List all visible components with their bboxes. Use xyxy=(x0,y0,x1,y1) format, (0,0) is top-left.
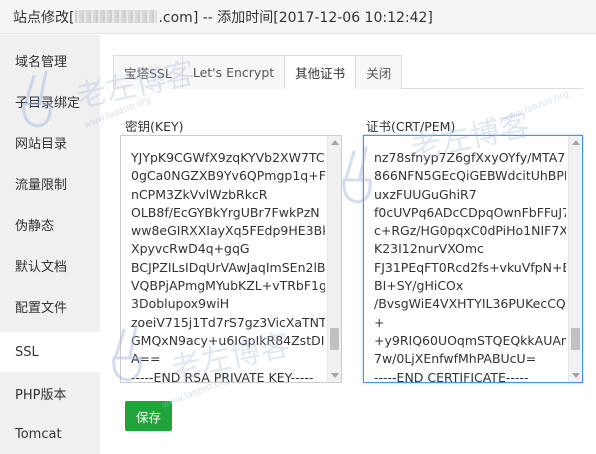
cert-label: 证书(CRT/PEM) xyxy=(366,119,456,134)
sidebar-item-label: 默认文档 xyxy=(15,259,68,275)
scroll-up-icon[interactable] xyxy=(331,140,339,145)
tab-label: 关闭 xyxy=(366,66,392,81)
title-suffix: .com] -- 添加时间[2017-12-06 10:12:42] xyxy=(158,9,433,26)
sidebar-item-php-version[interactable]: PHP版本 xyxy=(0,373,100,413)
cert-line: K23I12nurVXOmc xyxy=(374,241,484,257)
cert-line: +y9RIQ60UOqmSTQEQkkAUAn xyxy=(374,332,566,348)
tab-label: 其他证书 xyxy=(295,66,346,81)
key-line: XpyvcRwD4q+gqG xyxy=(131,241,250,257)
dialog-title: 站点修改[ .com] -- 添加时间[2017-12-06 10:12:42] xyxy=(0,0,596,34)
save-button[interactable]: 保存 xyxy=(125,401,172,431)
scroll-thumb[interactable] xyxy=(330,328,339,350)
tab-lets-encrypt[interactable]: Let's Encrypt xyxy=(181,55,286,89)
cert-line: -----END CERTIFICATE----- xyxy=(374,369,529,383)
sidebar-item-default-document[interactable]: 默认文档 xyxy=(0,245,100,285)
key-line: VQBPjAPmgMYubKZL+vTRbF1g xyxy=(131,278,325,294)
sidebar-item-label: 配置文件 xyxy=(15,300,68,316)
tab-label: Let's Encrypt xyxy=(192,65,275,80)
key-line: 0gCa0NGZXB9Yv6QPmgp1q+F xyxy=(131,168,325,184)
cert-line: f0cUVPq6ADcCDpqOwnFbFFuJ7 xyxy=(374,204,566,220)
tab-bt-ssl[interactable]: 宝塔SSL xyxy=(113,55,183,89)
cert-line: 7w/0LjXEnfwfMhPABUcU= xyxy=(374,351,537,367)
sidebar-item-label: 域名管理 xyxy=(15,54,68,70)
key-line: BCJPZILsIDqUrVAwJaqImSEn2lB xyxy=(131,259,325,275)
key-line: -----END RSA PRIVATE KEY----- xyxy=(131,369,314,383)
sidebar-item-subdirectory-binding[interactable]: 子目录绑定 xyxy=(0,81,100,121)
scroll-down-icon[interactable] xyxy=(572,373,580,378)
sidebar-item-ssl[interactable]: SSL xyxy=(0,332,100,372)
key-textarea[interactable]: YJYpK9CGWfX9zqKYVb2XW7TC 0gCa0NGZXB9Yv6Q… xyxy=(120,135,342,383)
sidebar-item-site-directory[interactable]: 网站目录 xyxy=(0,122,100,162)
sidebar-item-label: 伪静态 xyxy=(15,218,55,234)
sidebar-item-config-file[interactable]: 配置文件 xyxy=(0,286,100,326)
scroll-thumb[interactable] xyxy=(571,328,580,350)
sidebar-item-label: SSL xyxy=(15,344,39,360)
cert-line: FJ31PEqFT0Rcd2fs+vkuVfpN+E xyxy=(374,259,566,275)
key-line: GMQxN9acy+u6IGpIkR84ZstDIr xyxy=(131,332,325,348)
title-prefix: 站点修改[ xyxy=(13,9,75,26)
cert-scrollbar[interactable] xyxy=(568,136,582,382)
sidebar-item-domain-management[interactable]: 域名管理 xyxy=(0,40,100,80)
key-label: 密钥(KEY) xyxy=(125,119,184,134)
sidebar: 域名管理 子目录绑定 网站目录 流量限制 伪静态 默认文档 配置文件 SSL P… xyxy=(0,35,100,454)
cert-line: c+RGz/HG0pqxC0dPiHo1NIF7X xyxy=(374,223,566,239)
sidebar-item-label: Tomcat xyxy=(15,426,62,442)
key-line: nCPM3ZkVvlWzbRkcR xyxy=(131,186,268,202)
sidebar-item-label: 子目录绑定 xyxy=(15,95,81,111)
cert-line: uxzFUUGuGhiR7 xyxy=(374,186,477,202)
sidebar-item-label: PHP版本 xyxy=(15,387,67,403)
sidebar-item-tomcat[interactable]: Tomcat xyxy=(0,414,100,454)
key-line: ww8eGIRXXIayXq5FEdp9HE3Bk xyxy=(131,223,325,239)
key-line: A== xyxy=(131,351,161,367)
scroll-up-icon[interactable] xyxy=(572,140,580,145)
key-scrollbar[interactable] xyxy=(327,136,341,382)
key-line: zoeiV715j1Td7rS7gz3VicXaTNT xyxy=(131,314,325,330)
scroll-down-icon[interactable] xyxy=(331,373,339,378)
tab-other-certificate[interactable]: 其他证书 xyxy=(284,55,357,90)
cert-line: 866NFN5GEcQiGEBWdcitUhBPL xyxy=(374,168,566,184)
key-line: 3Doblupox9wiH xyxy=(131,296,230,312)
cert-line: nz78sfnyp7Z6gfXxyOYfy/MTA7 xyxy=(374,150,566,165)
watermark-url: www.laozuo.org xyxy=(500,89,571,125)
redacted-domain xyxy=(75,10,158,23)
sidebar-item-label: 网站目录 xyxy=(15,136,68,152)
text-line-cut xyxy=(374,140,566,149)
key-line: YJYpK9CGWfX9zqKYVb2XW7TC xyxy=(131,150,325,165)
sidebar-item-traffic-limit[interactable]: 流量限制 xyxy=(0,163,100,203)
cert-line: + xyxy=(374,314,385,330)
tab-label: 宝塔SSL xyxy=(124,66,172,81)
sidebar-item-rewrite[interactable]: 伪静态 xyxy=(0,204,100,244)
cert-line: BI+SY/gHiCOx xyxy=(374,278,464,294)
cert-line: /BvsgWiE4VXHTYIL36PUKecCQ xyxy=(374,296,566,312)
sidebar-item-label: 流量限制 xyxy=(15,177,68,193)
cert-textarea[interactable]: nz78sfnyp7Z6gfXxyOYfy/MTA7 866NFN5GEcQiG… xyxy=(363,135,583,383)
ssl-tabs: 宝塔SSL Let's Encrypt 其他证书 关闭 xyxy=(113,55,583,90)
text-line-cut xyxy=(131,140,325,149)
key-line: OLB8f/EcGYBkYrgUBr7FwkPzN xyxy=(131,204,320,220)
tab-close[interactable]: 关闭 xyxy=(355,55,403,89)
